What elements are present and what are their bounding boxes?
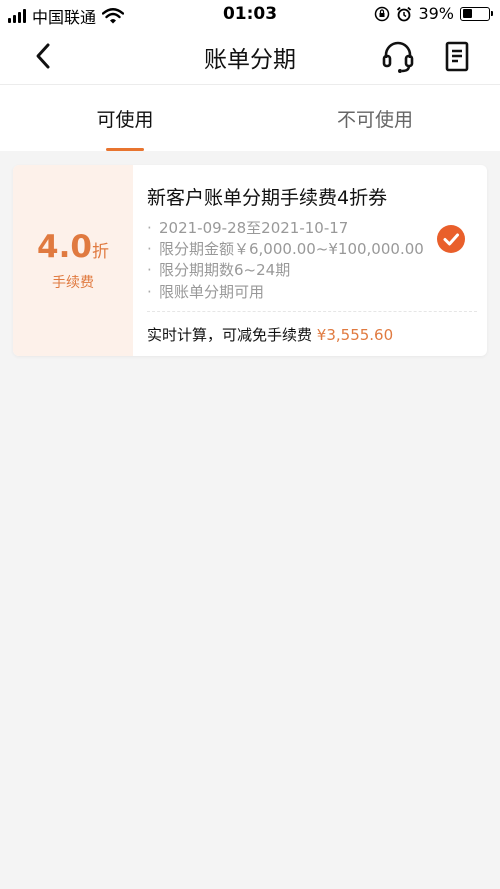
coupon-title: 新客户账单分期手续费4折券 — [147, 187, 388, 209]
coupon-select-checkbox[interactable] — [437, 225, 465, 253]
check-icon — [443, 233, 459, 246]
tab-unavailable[interactable]: 不可使用 — [310, 105, 440, 132]
saving-amount: ¥3,555.60 — [316, 326, 394, 344]
page: 中国联通 01:03 39% 账单分期 可使用 不可使用 4.0折 手续费 新客… — [0, 0, 500, 889]
coupon-saving: 实时计算，可减免手续费 ¥3,555.60 — [147, 324, 393, 345]
coupon-dashed-divider — [147, 311, 477, 312]
tab-bar: 可使用 不可使用 — [0, 85, 500, 151]
discount: 4.0折 — [13, 229, 133, 265]
tab-available[interactable]: 可使用 — [60, 105, 190, 132]
coupon-condition: · 限账单分期可用 — [147, 283, 265, 301]
nav-bar: 账单分期 — [0, 28, 500, 84]
bill-record-button[interactable] — [442, 40, 472, 74]
condition-text: 限账单分期可用 — [159, 283, 265, 301]
coupon-condition: · 限分期金额￥6,000.00~¥100,000.00 — [147, 240, 424, 258]
saving-prefix: 实时计算，可减免手续费 — [147, 326, 313, 344]
coupon-card[interactable]: 4.0折 手续费 新客户账单分期手续费4折券 · 2021-09-28至2021-… — [13, 165, 487, 356]
status-bar: 中国联通 01:03 39% — [0, 0, 500, 28]
discount-unit: 折 — [91, 242, 109, 262]
alarm-icon — [397, 6, 412, 21]
coupon-discount-panel: 4.0折 手续费 — [13, 165, 133, 356]
coupon-condition: · 2021-09-28至2021-10-17 — [147, 219, 349, 237]
coupon-condition: · 限分期期数6~24期 — [147, 261, 291, 279]
headset-icon — [382, 41, 414, 73]
page-title: 账单分期 — [204, 47, 296, 73]
condition-text: 限分期金额￥6,000.00~¥100,000.00 — [159, 240, 424, 258]
condition-text: 限分期期数6~24期 — [159, 261, 291, 279]
customer-service-button[interactable] — [380, 40, 416, 74]
receipt-icon — [445, 41, 469, 72]
condition-text: 2021-09-28至2021-10-17 — [159, 219, 349, 237]
discount-label: 手续费 — [52, 275, 94, 291]
rotation-lock-icon — [375, 6, 390, 21]
battery-percent: 39% — [418, 4, 454, 23]
status-right: 39% — [374, 4, 493, 23]
battery-icon — [460, 6, 493, 21]
discount-value: 4.0 — [37, 229, 92, 265]
battery-fill — [462, 9, 473, 18]
tab-indicator — [106, 148, 144, 151]
